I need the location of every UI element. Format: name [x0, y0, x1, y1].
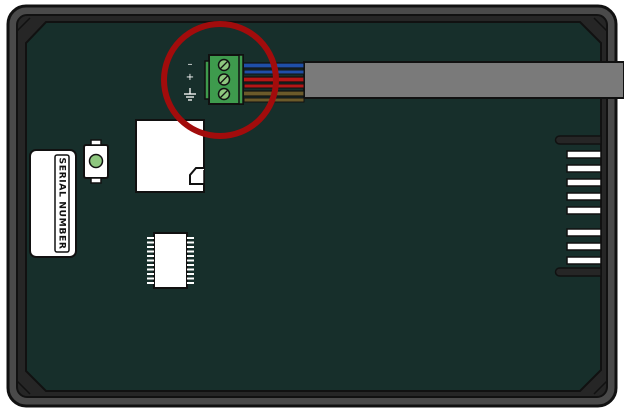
terminal-plus-symbol: + [186, 72, 194, 83]
edge-connector-pin [566, 206, 602, 215]
edge-connector-pin [566, 164, 602, 173]
terminal-block-right-ear [238, 54, 244, 105]
edge-connector-pin [566, 256, 602, 265]
edge-connector-pin [566, 150, 602, 159]
terminal-minus-symbol: – [188, 59, 193, 70]
device-diagram: SERIAL NUMBER – + [0, 0, 624, 409]
push-button-icon [88, 153, 104, 169]
ic-chip-body [153, 232, 188, 289]
ic-chip [147, 232, 194, 289]
edge-connector-slot-bottom [554, 267, 602, 277]
push-button-bottom-pad [90, 177, 102, 184]
terminal-block [204, 54, 244, 105]
edge-connector-slot [554, 135, 602, 145]
edge-connector-pin [566, 228, 602, 237]
push-button-top-pad [90, 139, 102, 146]
edge-connector-pin [566, 242, 602, 251]
cable-assembly [241, 61, 624, 103]
serial-number-text: SERIAL NUMBER [57, 158, 68, 250]
device-diagram-svg: SERIAL NUMBER – + [6, 4, 624, 408]
edge-connector-pin [566, 192, 602, 201]
edge-connector-pin [566, 178, 602, 187]
edge-connector-pins [566, 150, 602, 265]
terminal-block-left-ear [204, 60, 210, 100]
cable-jacket [303, 61, 624, 99]
push-button [83, 139, 109, 184]
